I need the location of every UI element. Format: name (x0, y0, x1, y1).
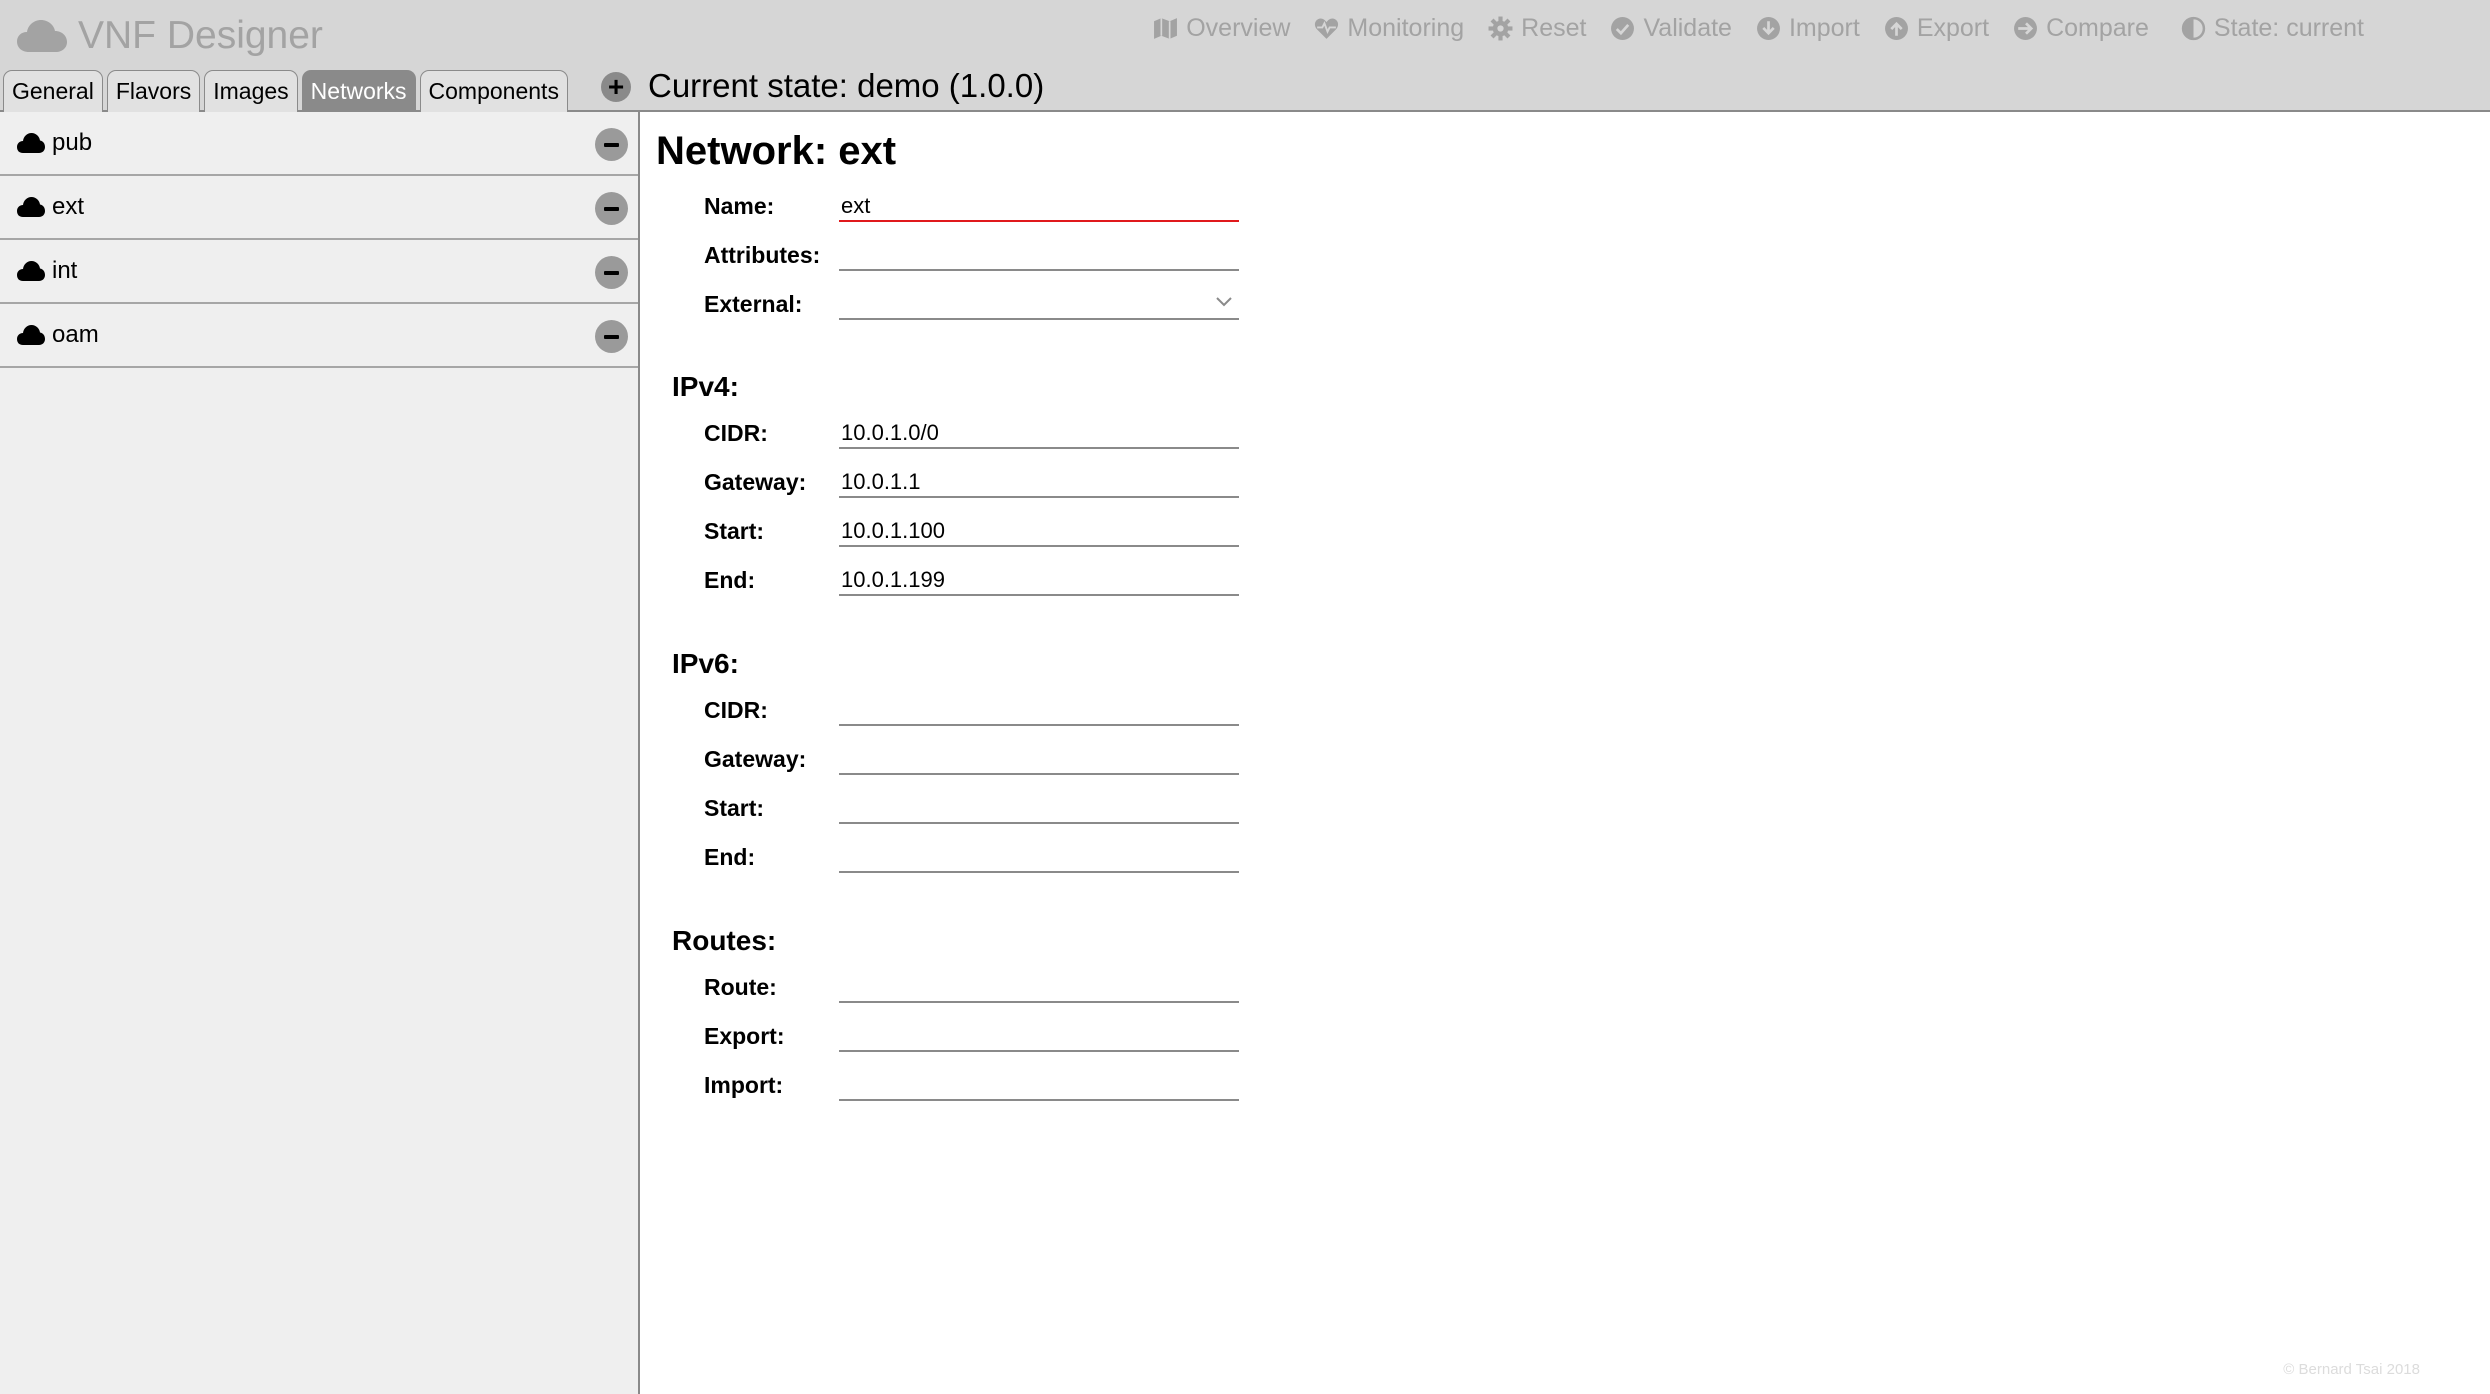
app-title: VNF Designer (78, 14, 323, 57)
menu-import[interactable]: Import (1756, 14, 1860, 43)
tab-general[interactable]: General (3, 70, 103, 112)
attributes-input[interactable] (839, 237, 1239, 271)
remove-network-button[interactable] (595, 192, 628, 225)
top-bar: VNF Designer Overview Monitoring Reset V… (0, 0, 2490, 112)
ipv4-gateway-label: Gateway: (704, 469, 807, 495)
ipv4-end-input[interactable] (839, 562, 1239, 596)
route-label: Route: (704, 974, 777, 1000)
ipv6-end-label: End: (704, 844, 756, 870)
menu-validate[interactable]: Validate (1610, 14, 1732, 43)
menu-state[interactable]: State: current (2181, 14, 2364, 43)
page-title: Network: ext (656, 129, 897, 173)
cloud-icon (16, 260, 46, 282)
half-circle-icon (2181, 16, 2206, 41)
ipv4-cidr-label: CIDR: (704, 420, 768, 446)
app-brand: VNF Designer (16, 10, 323, 62)
ipv6-gateway-label: Gateway: (704, 746, 807, 772)
remove-network-button[interactable] (595, 320, 628, 353)
minus-icon (604, 334, 619, 339)
tab-components[interactable]: Components (419, 70, 568, 112)
cloud-icon (16, 196, 46, 218)
list-item-label: ext (52, 193, 85, 220)
gear-icon (1488, 16, 1513, 41)
import-label: Import: (704, 1072, 784, 1098)
cloud-icon (16, 324, 46, 346)
ipv4-cidr-input[interactable] (839, 415, 1239, 449)
import-input[interactable] (839, 1067, 1239, 1101)
cloud-icon (16, 132, 46, 154)
menu-label: Validate (1643, 13, 1732, 42)
network-detail: Network: ext Name: Attributes: External:… (642, 112, 2490, 1394)
ipv6-start-label: Start: (704, 795, 765, 821)
export-label: Export: (704, 1023, 785, 1049)
menu-label: Import (1788, 13, 1860, 42)
minus-icon (604, 142, 619, 147)
download-icon (1756, 16, 1781, 41)
menu-compare[interactable]: Compare (2013, 14, 2149, 43)
menu-overview[interactable]: Overview (1153, 14, 1290, 43)
attributes-label: Attributes: (704, 242, 821, 268)
ipv4-gateway-input[interactable] (839, 464, 1239, 498)
list-item-label: pub (52, 129, 93, 156)
name-label: Name: (704, 193, 775, 219)
ipv4-heading: IPv4: (672, 371, 739, 402)
add-network-button[interactable]: + (601, 72, 631, 102)
remove-network-button[interactable] (595, 128, 628, 161)
current-state: Current state: demo (1.0.0) (648, 67, 1045, 104)
tab-bar: General Flavors Images Networks Componen… (3, 70, 568, 112)
menu-label: Export (1916, 13, 1990, 42)
menu-label: Compare (2046, 13, 2149, 42)
external-select[interactable] (839, 286, 1239, 320)
menu-label: Overview (1186, 13, 1291, 42)
name-input[interactable] (839, 188, 1239, 222)
list-item-label: oam (52, 321, 99, 348)
list-item[interactable]: oam (0, 304, 638, 368)
remove-network-button[interactable] (595, 256, 628, 289)
tab-flavors[interactable]: Flavors (106, 70, 201, 112)
ipv6-cidr-input[interactable] (839, 692, 1239, 726)
list-item[interactable]: pub (0, 112, 638, 176)
menu-label: Reset (1521, 13, 1587, 42)
tab-images[interactable]: Images (204, 70, 298, 112)
menu-label: State: current (2213, 13, 2364, 42)
tab-networks[interactable]: Networks (301, 70, 416, 112)
ipv6-start-input[interactable] (839, 790, 1239, 824)
ipv6-heading: IPv6: (672, 648, 739, 679)
menu-reset[interactable]: Reset (1488, 14, 1586, 43)
heartbeat-icon (1314, 16, 1339, 41)
route-input[interactable] (839, 969, 1239, 1003)
minus-icon (604, 206, 619, 211)
list-item-label: int (52, 257, 78, 284)
ipv6-cidr-label: CIDR: (704, 697, 768, 723)
menu-monitoring[interactable]: Monitoring (1314, 14, 1464, 43)
ipv6-end-input[interactable] (839, 839, 1239, 873)
routes-heading: Routes: (672, 925, 777, 956)
ipv4-start-label: Start: (704, 518, 765, 544)
ipv6-gateway-input[interactable] (839, 741, 1239, 775)
compare-icon (2013, 16, 2038, 41)
external-label: External: (704, 291, 803, 317)
ipv4-end-label: End: (704, 567, 756, 593)
list-item[interactable]: int (0, 240, 638, 304)
ipv4-start-input[interactable] (839, 513, 1239, 547)
cloud-icon (16, 18, 68, 54)
network-list: pub ext int oam (0, 112, 640, 1394)
minus-icon (604, 270, 619, 275)
upload-icon (1884, 16, 1909, 41)
menu-label: Monitoring (1347, 13, 1465, 42)
copyright-footer: © Bernard Tsai 2018 (2283, 1361, 2420, 1378)
chevron-down-icon (1215, 294, 1233, 308)
menu-export[interactable]: Export (1884, 14, 1989, 43)
export-input[interactable] (839, 1018, 1239, 1052)
top-menu: Overview Monitoring Reset Validate Impor… (1153, 8, 2364, 48)
map-icon (1153, 16, 1178, 41)
list-item[interactable]: ext (0, 176, 638, 240)
check-circle-icon (1610, 16, 1635, 41)
